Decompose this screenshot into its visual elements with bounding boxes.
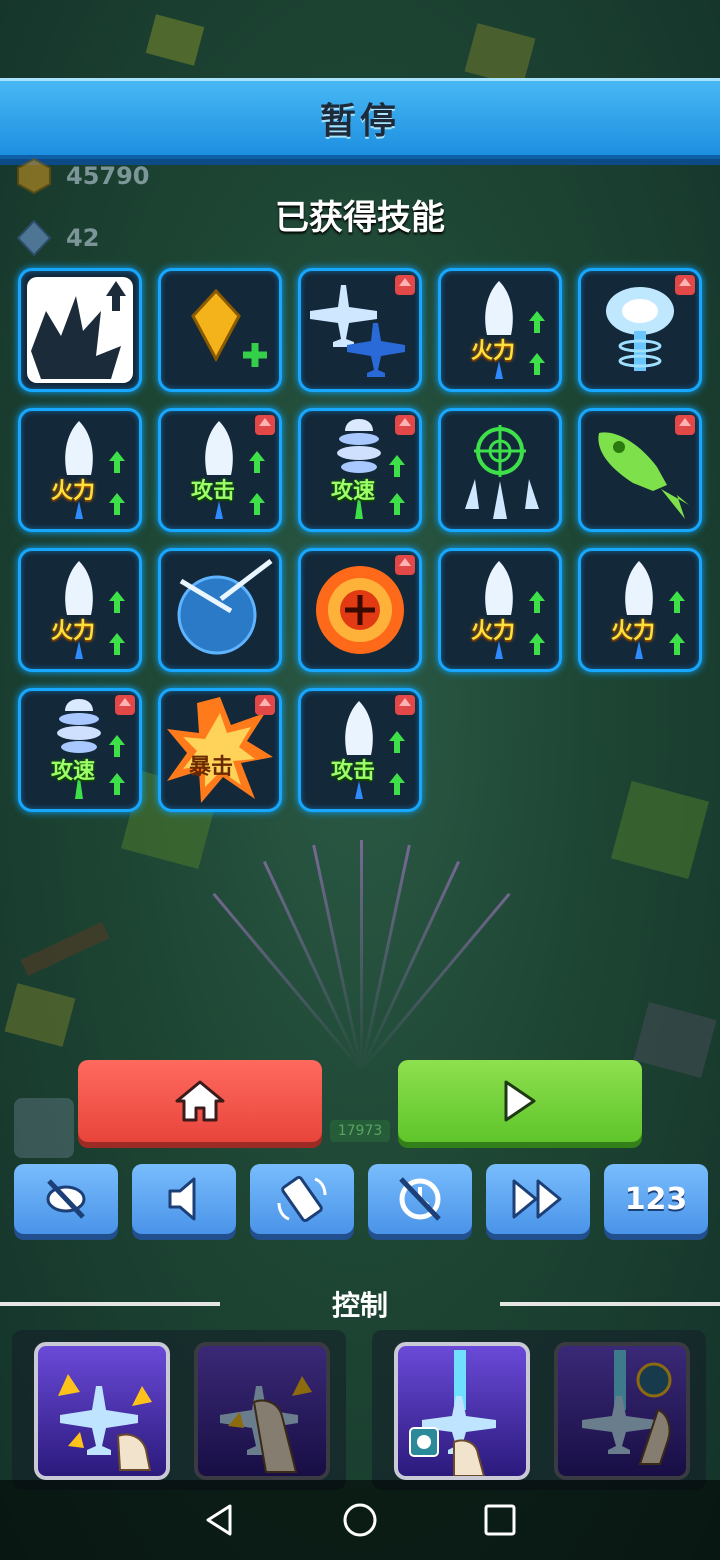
shield-orb-icon <box>177 559 273 655</box>
tap-shoot-icon <box>582 1350 672 1465</box>
phone-rotate-icon <box>277 1175 327 1223</box>
control-option-manual-fire[interactable] <box>554 1342 690 1480</box>
control-option-drag-alt[interactable] <box>194 1342 330 1480</box>
fast-forward-icon <box>512 1179 562 1219</box>
upgrade-badge <box>675 275 695 295</box>
upgrade-badge <box>255 415 275 435</box>
skill-slot[interactable] <box>18 268 142 392</box>
skill-slot[interactable]: 火力 <box>438 548 562 672</box>
bullet-beam <box>360 840 363 1070</box>
auto-rotate-button[interactable] <box>368 1164 472 1234</box>
ability-slot-ghost <box>14 1098 74 1158</box>
orientation-button[interactable] <box>250 1164 354 1234</box>
acquired-skills-title: 已获得技能 <box>275 198 445 238</box>
missile-icon <box>65 561 125 659</box>
skill-label: 攻速 <box>51 759 96 784</box>
skill-label: 火力 <box>471 619 516 644</box>
skill-slot[interactable] <box>578 268 702 392</box>
sound-toggle-button[interactable] <box>132 1164 236 1234</box>
skill-slot[interactable] <box>158 268 282 392</box>
vibration-toggle-button[interactable] <box>14 1164 118 1234</box>
upgrade-badge <box>115 695 135 715</box>
skill-slot[interactable]: 火力 <box>438 268 562 392</box>
auto-rotate-off-icon <box>399 1177 441 1221</box>
control-option-auto-fire[interactable] <box>394 1342 530 1480</box>
pause-banner: 暂停 <box>0 78 720 159</box>
system-nav-bar <box>0 1480 720 1560</box>
skill-label: 火力 <box>471 339 516 364</box>
back-nav-icon[interactable] <box>202 1502 238 1538</box>
page-title: 暂停 <box>319 101 400 142</box>
skill-grid: 火力 火力 攻击 攻速 火力 火力 火力 攻速 暴击 攻击 <box>18 268 708 812</box>
skill-label: 火力 <box>51 619 96 644</box>
explosion-icon <box>27 277 133 383</box>
number-display-icon: 123 <box>624 1181 688 1217</box>
missile-icon <box>485 281 545 379</box>
bullet-beam <box>360 892 511 1071</box>
skill-slot[interactable]: 攻速 <box>18 688 142 812</box>
missile-icon <box>65 421 125 519</box>
skill-slot[interactable] <box>438 408 562 532</box>
control-option-drag[interactable] <box>34 1342 170 1480</box>
upgrade-badge <box>255 695 275 715</box>
home-icon <box>175 1080 225 1122</box>
skill-label: 攻击 <box>191 479 236 504</box>
missile-icon <box>625 561 685 659</box>
gem-plus-icon <box>191 288 267 367</box>
bush-block <box>4 983 76 1047</box>
vibration-off-icon <box>46 1179 86 1219</box>
skill-label: 暴击 <box>189 755 234 780</box>
bullet-beam <box>262 860 363 1071</box>
log <box>20 921 110 977</box>
bush-block <box>145 14 205 66</box>
skill-slot[interactable]: 攻速 <box>298 408 422 532</box>
skill-slot[interactable]: 火力 <box>18 548 142 672</box>
upgrade-badge <box>395 695 415 715</box>
bullet-beam <box>360 860 461 1071</box>
skill-label: 攻速 <box>331 479 376 504</box>
skill-label: 攻击 <box>331 759 376 784</box>
score-counter: 17973 <box>330 1120 390 1142</box>
drag-move-icon <box>220 1376 312 1473</box>
skill-slot[interactable] <box>298 548 422 672</box>
settings-row: 123 <box>14 1164 708 1234</box>
drag-move-icon <box>58 1374 152 1471</box>
divider-right <box>500 1302 720 1306</box>
coin-amount: 45790 <box>66 162 150 190</box>
rock <box>633 1001 717 1079</box>
recents-nav-icon[interactable] <box>482 1502 518 1538</box>
damage-number-button[interactable]: 123 <box>604 1164 708 1234</box>
play-icon <box>504 1080 536 1122</box>
missile-icon <box>485 561 545 659</box>
upgrade-badge <box>675 415 695 435</box>
skill-label: 火力 <box>611 619 656 644</box>
target-missiles-icon <box>465 425 539 519</box>
skill-label: 火力 <box>51 479 96 504</box>
skill-slot[interactable] <box>298 268 422 392</box>
upgrade-badge <box>395 555 415 575</box>
resume-button[interactable] <box>398 1060 642 1142</box>
skill-slot[interactable]: 火力 <box>578 548 702 672</box>
upgrade-badge <box>395 275 415 295</box>
skill-slot[interactable]: 攻击 <box>158 408 282 532</box>
bullet-beam <box>360 844 411 1071</box>
home-nav-icon[interactable] <box>342 1502 378 1538</box>
sound-icon <box>168 1177 196 1221</box>
skill-slot[interactable]: 火力 <box>18 408 142 532</box>
tap-shoot-icon <box>409 1350 496 1476</box>
home-button[interactable] <box>78 1060 322 1142</box>
skill-slot[interactable]: 暴击 <box>158 688 282 812</box>
skill-slot[interactable] <box>578 408 702 532</box>
bullet-beam <box>212 892 363 1071</box>
upgrade-badge <box>395 415 415 435</box>
skill-slot[interactable] <box>158 548 282 672</box>
bullet-beam <box>312 844 363 1071</box>
skill-slot[interactable]: 攻击 <box>298 688 422 812</box>
speed-button[interactable] <box>486 1164 590 1234</box>
